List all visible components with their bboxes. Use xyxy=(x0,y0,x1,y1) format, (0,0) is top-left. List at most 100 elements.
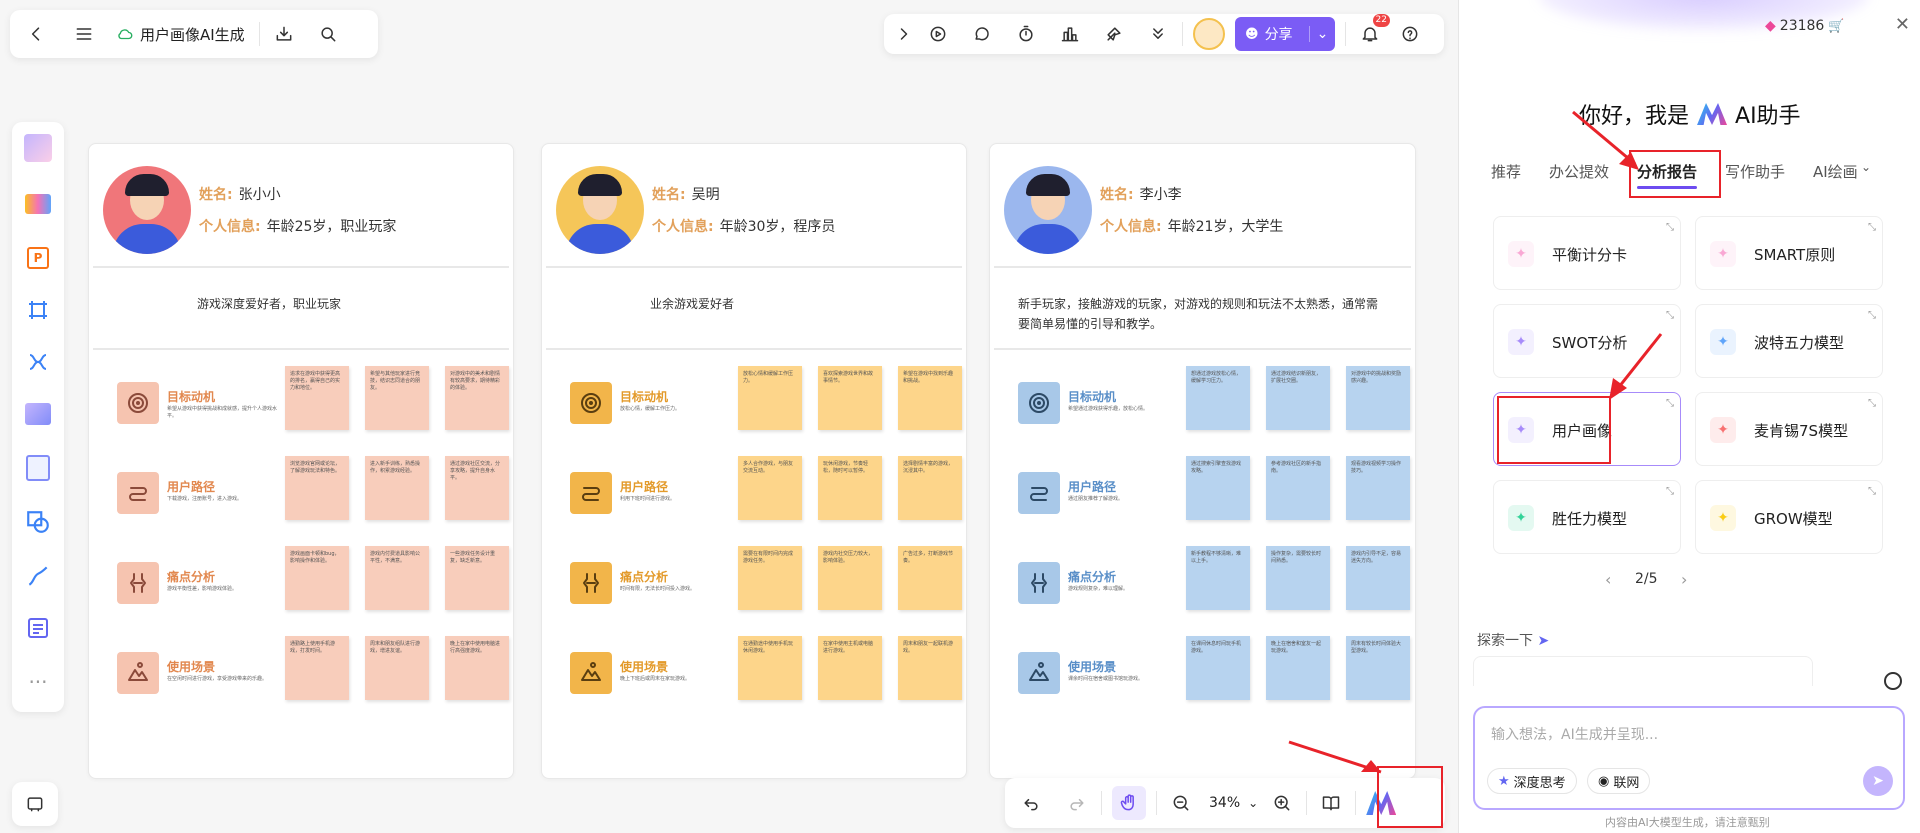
zoom-in-icon[interactable] xyxy=(1268,789,1296,817)
template-card[interactable]: ✦ 平衡计分卡 ⤡ xyxy=(1493,216,1681,290)
sticky-note[interactable]: 游戏内社交压力较大，影响体验。 xyxy=(818,546,882,610)
persona-card[interactable]: 姓名: 张小小 个人信息: 年龄25岁，职业玩家 游戏深度爱好者，职业玩家 目标动机 希望从… xyxy=(88,143,514,779)
template-card[interactable]: ✦ 胜任力模型 ⤡ xyxy=(1493,480,1681,554)
sticky-note[interactable]: 周末和朋友一起联机游戏。 xyxy=(898,636,962,700)
expand-icon[interactable]: ⤡ xyxy=(1868,486,1876,497)
text-icon[interactable]: P xyxy=(22,242,54,274)
sticky-note[interactable]: 周末和朋友组队进行游戏，增进友谊。 xyxy=(365,636,429,700)
template-card[interactable]: ✦ SMART原则 ⤡ xyxy=(1695,216,1883,290)
sticky-note[interactable]: 放松心情和缓解工作压力。 xyxy=(738,366,802,430)
send-button[interactable]: ➤ xyxy=(1863,766,1893,796)
sticky-note[interactable]: 希望与其他玩家进行竞技，结识志同道合的朋友。 xyxy=(365,366,429,430)
sticky-note[interactable]: 观看游戏视频学习操作技巧。 xyxy=(1346,456,1410,520)
expand-icon[interactable] xyxy=(894,20,914,48)
zoom-chevron-icon[interactable]: ⌄ xyxy=(1248,796,1258,810)
mindmap-icon[interactable] xyxy=(22,346,54,378)
sticky-note[interactable]: 想通过游戏放松心情，缓解学习压力。 xyxy=(1186,366,1250,430)
sticky-note[interactable]: 游戏画面卡顿和bug，影响操作和体验。 xyxy=(285,546,349,610)
credits[interactable]: ◆ 23186 🛒 xyxy=(1765,18,1845,34)
sticky-note[interactable]: 对游戏中的美术和剧情有较高要求，期待精彩的体验。 xyxy=(445,366,509,430)
sticky-note[interactable]: 需要在有限时间内完成游戏任务。 xyxy=(738,546,802,610)
template-card[interactable]: ✦ 波特五力模型 ⤡ xyxy=(1695,304,1883,378)
document-title[interactable]: 用户画像AI生成 xyxy=(140,24,245,45)
prompt-box[interactable]: 输入想法，AI生成并呈现... ★ 深度思考 ◉ 联网 ➤ xyxy=(1473,706,1905,810)
redo-icon[interactable] xyxy=(1063,789,1091,817)
sticky-note[interactable]: 浏览游戏官网或论坛，了解游戏玩法和特色。 xyxy=(285,456,349,520)
close-icon[interactable]: ✕ xyxy=(1895,14,1910,35)
expand-icon[interactable]: ⤡ xyxy=(1666,222,1674,233)
sticky-note[interactable]: 周末有较长时间体验大型游戏。 xyxy=(1346,636,1410,700)
sticky-note[interactable]: 喜欢探索游戏世界和故事情节。 xyxy=(818,366,882,430)
table-icon[interactable] xyxy=(22,452,54,484)
sticky-note[interactable]: 多人合作游戏，与朋友交流互动。 xyxy=(738,456,802,520)
sticky-note[interactable]: 追求在游戏中获得更高的排名，赢得自己的实力和地位。 xyxy=(285,366,349,430)
vote-icon[interactable] xyxy=(1056,20,1084,48)
sticky-note[interactable]: 晚上在家中使用电脑进行高强度游戏。 xyxy=(445,636,509,700)
template-icon[interactable] xyxy=(22,132,54,164)
prompt-placeholder[interactable]: 输入想法，AI生成并呈现... xyxy=(1491,724,1658,744)
notification-bell-icon[interactable]: 22 xyxy=(1356,14,1390,48)
prev-page-icon[interactable]: ‹ xyxy=(1605,570,1611,589)
deep-think-button[interactable]: ★ 深度思考 xyxy=(1487,768,1577,794)
more-icon[interactable]: ··· xyxy=(22,666,54,698)
laser-pointer-icon[interactable] xyxy=(1100,20,1128,48)
sticky-note[interactable]: 选择剧情丰富的游戏，沉浸其中。 xyxy=(898,456,962,520)
template-card[interactable]: ✦ GROW模型 ⤡ xyxy=(1695,480,1883,554)
sticky-note[interactable]: 在课间休息时间玩手机游戏。 xyxy=(1186,636,1250,700)
menu-icon[interactable] xyxy=(70,20,98,48)
expand-icon[interactable]: ⤡ xyxy=(1666,486,1674,497)
tab-chevron-icon[interactable]: ⌄ xyxy=(1861,160,1871,174)
play-icon[interactable] xyxy=(924,20,952,48)
tab-ai-drawing[interactable]: AI绘画 xyxy=(1813,161,1858,182)
chevron-down-icon[interactable]: ⌄ xyxy=(1309,26,1335,42)
template-card[interactable]: ✦ 麦肯锡7S模型 ⤡ xyxy=(1695,392,1883,466)
sticky-note[interactable]: 玩休闲游戏，节奏轻松，随时可以暂停。 xyxy=(818,456,882,520)
sticky-note[interactable]: 通勤路上使用手机游戏，打发时间。 xyxy=(285,636,349,700)
expand-icon[interactable]: ⤡ xyxy=(1666,310,1674,321)
timer-icon[interactable] xyxy=(1012,20,1040,48)
shape-icon[interactable] xyxy=(22,506,54,538)
search-icon[interactable] xyxy=(314,20,342,48)
download-icon[interactable] xyxy=(270,20,298,48)
tab-writing[interactable]: 写作助手 xyxy=(1725,161,1785,182)
avatar[interactable] xyxy=(1193,18,1225,50)
connector-icon[interactable] xyxy=(22,560,54,592)
persona-card[interactable]: 姓名: 李小李 个人信息: 年龄21岁，大学生 新手玩家，接触游戏的玩家，对游戏的规则和… xyxy=(989,143,1416,779)
sticky-note[interactable]: 希望在游戏中找到乐趣和挑战。 xyxy=(898,366,962,430)
sticky-note-icon[interactable] xyxy=(22,188,54,220)
next-page-icon[interactable]: › xyxy=(1681,570,1687,589)
web-search-button[interactable]: ◉ 联网 xyxy=(1587,768,1651,794)
sticky-note[interactable]: 进入新手训练，熟悉操作，积累游戏经验。 xyxy=(365,456,429,520)
sticky-note[interactable]: 参考游戏社区的新手指南。 xyxy=(1266,456,1330,520)
sticky-note[interactable]: 操作复杂，需要较长时间熟悉。 xyxy=(1266,546,1330,610)
sticky-note[interactable]: 在家中使用主机或电脑进行游戏。 xyxy=(818,636,882,700)
back-icon[interactable] xyxy=(22,20,50,48)
persona-card[interactable]: 姓名: 吴明 个人信息: 年龄30岁，程序员 业余游戏爱好者 目标动机 放松心情，缓解工作压… xyxy=(541,143,967,779)
sticky-note[interactable]: 广告过多，打断游戏节奏。 xyxy=(898,546,962,610)
more-chevron-icon[interactable] xyxy=(1144,20,1172,48)
sticky-note[interactable]: 游戏内付费道具影响公平性，不满意。 xyxy=(365,546,429,610)
sticky-note[interactable]: 通过搜索引擎查找游戏攻略。 xyxy=(1186,456,1250,520)
comment-icon[interactable] xyxy=(968,20,996,48)
list-icon[interactable] xyxy=(22,612,54,644)
frame-icon[interactable] xyxy=(22,294,54,326)
explore-card[interactable] xyxy=(1473,656,1813,686)
map-button[interactable] xyxy=(12,782,58,826)
share-button[interactable]: ☻ 分享 ⌄ xyxy=(1235,17,1335,51)
expand-icon[interactable]: ⤡ xyxy=(1868,310,1876,321)
sticky-note[interactable]: 在通勤途中使用手机玩休闲游戏。 xyxy=(738,636,802,700)
history-icon[interactable] xyxy=(1884,672,1902,690)
expand-icon[interactable]: ⤡ xyxy=(1868,222,1876,233)
expand-icon[interactable]: ⤡ xyxy=(1868,398,1876,409)
sticky-note[interactable]: 一些游戏任务设计重复，缺乏新意。 xyxy=(445,546,509,610)
sticky-note[interactable]: 通过游戏社区交流，分享攻略，提升自身水平。 xyxy=(445,456,509,520)
sticky-note[interactable]: 对游戏中的挑战和奖励感兴趣。 xyxy=(1346,366,1410,430)
help-icon[interactable] xyxy=(1396,20,1424,48)
sticky-note[interactable]: 游戏内引导不足，容易迷失方向。 xyxy=(1346,546,1410,610)
sticky-note[interactable]: 新手教程不够清晰，难以上手。 xyxy=(1186,546,1250,610)
whiteboard-canvas[interactable]: 用户画像AI生成 ☻ 分享 ⌄ 22 P ··· 姓名: 张小小 个人信息: 年… xyxy=(0,0,1458,833)
sticky-note[interactable]: 通过游戏结识新朋友，扩展社交圈。 xyxy=(1266,366,1330,430)
book-icon[interactable] xyxy=(1317,789,1345,817)
zoom-level[interactable]: 34% xyxy=(1209,795,1240,811)
undo-icon[interactable] xyxy=(1017,789,1045,817)
